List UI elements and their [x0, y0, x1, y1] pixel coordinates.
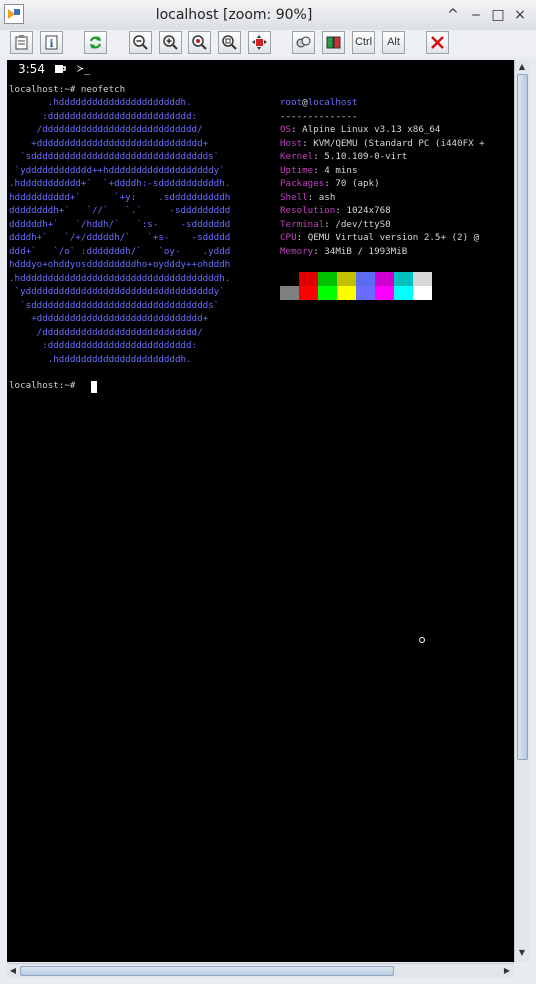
color-swatch — [413, 272, 432, 286]
color-swatch — [318, 286, 337, 300]
text-cursor — [91, 381, 97, 393]
options-icon — [296, 36, 311, 48]
info-value: /dev/ttyS0 — [335, 218, 391, 230]
alt-button[interactable]: Alt — [382, 31, 405, 54]
clipboard-button[interactable] — [10, 31, 33, 54]
info-key: Memory — [280, 245, 314, 257]
color-swatch — [375, 286, 394, 300]
refresh-button[interactable] — [84, 31, 107, 54]
color-swatch — [356, 272, 375, 286]
info-value: KVM/QEMU (Standard PC (i440FX + — [313, 137, 485, 149]
info-button[interactable]: i — [40, 31, 63, 54]
svg-text:i: i — [50, 39, 54, 50]
fullscreen-icon — [252, 35, 267, 50]
toolbar: i Ctrl Alt — [0, 30, 536, 57]
info-key: Host — [280, 137, 303, 149]
info-value: 70 (apk) — [335, 178, 380, 189]
info-key: OS — [280, 124, 292, 135]
info-value: QEMU Virtual version 2.5+ (2) @ — [307, 232, 480, 243]
color-swatch — [337, 286, 356, 300]
refresh-icon — [89, 36, 102, 49]
clipboard-icon — [15, 35, 28, 50]
horizontal-scroll-thumb[interactable] — [20, 966, 394, 976]
clock: 3:54 — [18, 62, 45, 76]
info-key: Shell — [280, 191, 308, 203]
zoom-in-icon — [163, 35, 178, 50]
transfer-icon — [326, 36, 341, 49]
scroll-down-arrow-icon[interactable]: ▼ — [516, 948, 528, 957]
title-bar[interactable]: localhost [zoom: 90%] ^ ‒ □ × — [0, 0, 536, 31]
user-name: root — [280, 97, 303, 108]
color-swatch — [413, 286, 432, 300]
color-swatch — [394, 286, 413, 300]
zoom-in-button[interactable] — [159, 31, 182, 54]
info-key: Uptime — [280, 164, 314, 176]
info-value: 1024x768 — [346, 205, 391, 216]
color-palette — [280, 272, 432, 300]
color-swatch — [375, 272, 394, 286]
maximize-button[interactable]: □ — [488, 5, 508, 25]
zoom-out-button[interactable] — [129, 31, 152, 54]
zoom-out-icon — [133, 35, 148, 50]
horizontal-scrollbar[interactable]: ◀ ▶ — [7, 963, 514, 978]
scroll-up-arrow-icon[interactable]: ▲ — [516, 62, 528, 71]
minimize-button[interactable]: ‒ — [466, 5, 486, 25]
system-info: root@localhost -------------- OS: Alpine… — [280, 97, 485, 257]
info-key: CPU — [280, 232, 297, 243]
scroll-right-arrow-icon[interactable]: ▶ — [501, 966, 513, 975]
info-key: Terminal — [280, 218, 325, 230]
mouse-pointer — [419, 637, 425, 643]
fullscreen-button[interactable] — [248, 31, 271, 54]
zoom-100-button[interactable] — [188, 31, 211, 54]
vertical-scroll-thumb[interactable] — [517, 74, 528, 760]
info-icon: i — [45, 35, 58, 50]
info-value: ash — [318, 191, 336, 203]
disconnect-icon — [431, 36, 444, 49]
color-swatch — [280, 272, 299, 286]
separator: -------------- — [280, 110, 358, 122]
color-swatch — [318, 272, 337, 286]
zoom-fit-icon — [222, 35, 237, 50]
host-name: localhost — [307, 97, 358, 108]
window-title: localhost [zoom: 90%] — [155, 7, 313, 23]
terminal-screen[interactable]: 3:54 ≻_ localhost:~# neofetch .hdddddddd… — [7, 60, 514, 962]
ctrl-button[interactable]: Ctrl — [352, 31, 375, 54]
close-button[interactable]: × — [510, 5, 530, 25]
info-key: Kernel — [280, 151, 314, 162]
info-value: 4 mins — [324, 164, 358, 176]
shade-button[interactable]: ^ — [443, 5, 463, 25]
info-key: Packages — [280, 178, 325, 189]
scroll-left-arrow-icon[interactable]: ◀ — [7, 966, 19, 975]
transfer-button[interactable] — [322, 31, 345, 54]
color-swatch — [356, 286, 375, 300]
vertical-scrollbar[interactable]: ▲ ▼ — [514, 60, 530, 962]
info-value: 5.10.109-0-virt — [324, 151, 408, 162]
status-bar: 3:54 ≻_ — [7, 60, 514, 80]
info-key: Resolution — [280, 205, 336, 216]
cup-icon — [54, 63, 67, 77]
command-line: localhost:~# neofetch — [9, 84, 126, 95]
color-swatch — [337, 272, 356, 286]
disconnect-button[interactable] — [426, 31, 449, 54]
shell-prompt: localhost:~# — [9, 380, 81, 391]
zoom-fit-button[interactable] — [218, 31, 241, 54]
color-swatch — [394, 272, 413, 286]
color-swatch — [280, 286, 299, 300]
info-value: 34MiB / 1993MiB — [324, 245, 408, 257]
color-swatch — [299, 286, 318, 300]
info-value: Alpine Linux v3.13 x86_64 — [302, 124, 441, 135]
zoom-100-icon — [192, 35, 207, 50]
options-button[interactable] — [292, 31, 315, 54]
alpine-ascii-logo: .hddddddddddddddddddddddh. :dddddddddddd… — [9, 97, 231, 365]
color-swatch — [299, 272, 318, 286]
terminal-icon: ≻_ — [77, 62, 91, 75]
